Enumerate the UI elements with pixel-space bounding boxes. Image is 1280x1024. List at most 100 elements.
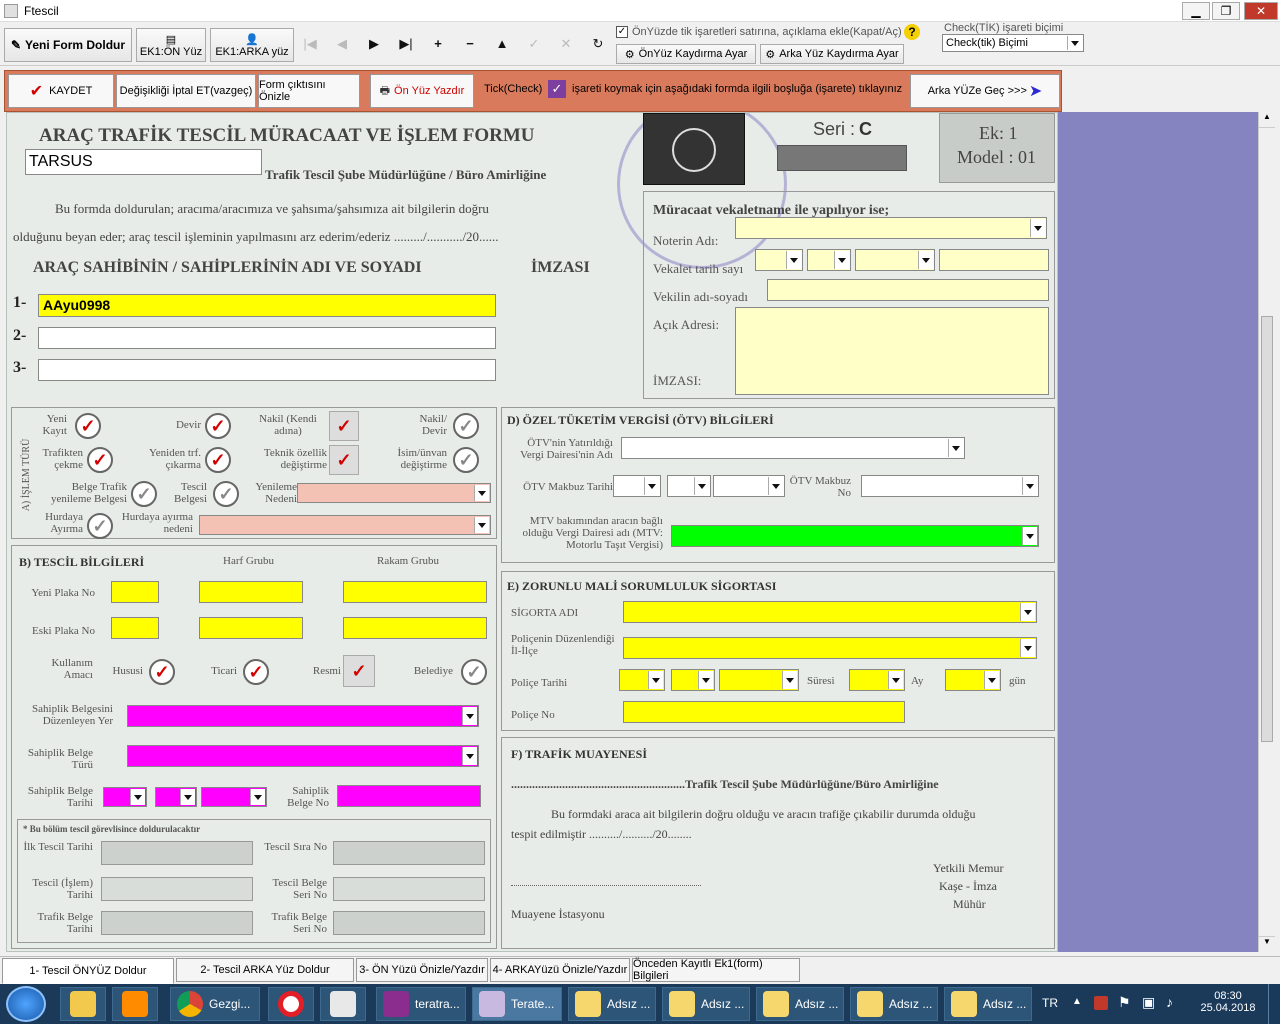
renew-doc-check-icon[interactable]: ✓ xyxy=(131,481,157,507)
municipal-check-icon[interactable]: ✓ xyxy=(461,659,487,685)
annotation-checkbox[interactable]: ✓ xyxy=(616,26,628,38)
add-record-icon[interactable]: + xyxy=(424,30,452,58)
prev-record-icon[interactable]: ◀ xyxy=(328,30,356,58)
taskbar-paint-4[interactable]: Adsız ... xyxy=(850,987,938,1021)
commercial-check-icon[interactable]: ✓ xyxy=(243,659,269,685)
language-indicator[interactable]: TR xyxy=(1042,996,1058,1010)
flag-icon[interactable]: ⚑ xyxy=(1118,994,1131,1011)
print-front-button[interactable]: 🖶 Ön Yüz Yazdır xyxy=(370,74,474,108)
scroll-down-icon[interactable]: ▼ xyxy=(1259,936,1275,952)
mtv-office-select[interactable] xyxy=(671,525,1039,547)
close-button[interactable]: ✕ xyxy=(1244,2,1278,20)
old-plate-number-input[interactable] xyxy=(343,617,487,639)
taskbar-winrar[interactable]: teratra... xyxy=(376,987,466,1021)
private-check-icon[interactable]: ✓ xyxy=(149,659,175,685)
policy-month-select[interactable] xyxy=(671,669,715,691)
reg-serial-input[interactable] xyxy=(333,877,485,901)
new-plate-letter-input[interactable] xyxy=(199,581,303,603)
policy-year-select[interactable] xyxy=(719,669,799,691)
owner-3-input[interactable] xyxy=(38,359,496,381)
taskbar-terate[interactable]: Terate... xyxy=(472,987,562,1021)
back-traffic-check-icon[interactable]: ✓ xyxy=(205,447,231,473)
next-record-icon[interactable]: ▶ xyxy=(360,30,388,58)
cancel-edit-icon[interactable]: ✕ xyxy=(552,30,580,58)
official-check-icon[interactable]: ✓ xyxy=(343,655,375,687)
traffic-date-input[interactable] xyxy=(101,911,253,935)
restore-button[interactable]: ❐ xyxy=(1212,2,1240,20)
reg-seq-input[interactable] xyxy=(333,841,485,865)
old-plate-city-input[interactable] xyxy=(111,617,159,639)
reg-doc-check-icon[interactable]: ✓ xyxy=(213,481,239,507)
out-traffic-check-icon[interactable]: ✓ xyxy=(87,447,113,473)
scroll-up-icon[interactable]: ▲ xyxy=(1259,112,1275,128)
scrap-check-icon[interactable]: ✓ xyxy=(87,513,113,539)
start-button[interactable] xyxy=(6,986,46,1022)
post-edit-icon[interactable]: ✓ xyxy=(520,30,548,58)
doc-no-input[interactable] xyxy=(337,785,481,807)
tab-front-fill[interactable]: 1- Tescil ÖNYÜZ Doldur xyxy=(2,958,174,984)
first-record-icon[interactable]: |◀ xyxy=(296,30,324,58)
duration-day-select[interactable] xyxy=(945,669,1001,691)
taskbar-media[interactable] xyxy=(112,987,158,1021)
new-reg-check-icon[interactable]: ✓ xyxy=(75,413,101,439)
tab-front-preview[interactable]: 3- ÖN Yüzü Önizle/Yazdır xyxy=(356,958,488,982)
receipt-year-select[interactable] xyxy=(713,475,785,497)
tab-back-fill[interactable]: 2- Tescil ARKA Yüz Doldur xyxy=(176,958,354,982)
minimize-button[interactable]: ▁ xyxy=(1182,2,1210,20)
taskbar-paint-5[interactable]: Adsız ... xyxy=(944,987,1032,1021)
vertical-scrollbar[interactable]: ▲ ▼ xyxy=(1258,112,1275,952)
new-plate-city-input[interactable] xyxy=(111,581,159,603)
doc-day-select[interactable] xyxy=(103,787,147,807)
traffic-serial-input[interactable] xyxy=(333,911,485,935)
scroll-thumb[interactable] xyxy=(1261,316,1273,742)
transfer-check-icon[interactable]: ✓ xyxy=(205,413,231,439)
owner-1-input[interactable]: AAyu0998 xyxy=(38,294,496,317)
tab-back-preview[interactable]: 4- ARKAYüzü Önizle/Yazdır xyxy=(490,958,630,982)
preview-form-button[interactable]: Form çıktısını Önizle xyxy=(258,74,360,108)
serial-input[interactable] xyxy=(777,145,907,171)
agent-input[interactable] xyxy=(767,279,1049,301)
insurer-select[interactable] xyxy=(623,601,1037,623)
ek1-back-button[interactable]: 👤 EK1:ARKA yüz xyxy=(210,28,294,62)
tech-change-check-icon[interactable]: ✓ xyxy=(329,445,359,475)
help-icon[interactable]: ? xyxy=(904,24,920,40)
show-desktop-button[interactable] xyxy=(1268,984,1280,1024)
doc-type-select[interactable] xyxy=(127,745,479,767)
network-icon[interactable]: ▣ xyxy=(1142,994,1155,1011)
proxy-day-select[interactable] xyxy=(755,249,803,271)
cancel-changes-button[interactable]: Değişikliği İptal ET(vazgeç) xyxy=(116,74,256,108)
last-record-icon[interactable]: ▶| xyxy=(392,30,420,58)
policy-no-input[interactable] xyxy=(623,701,905,723)
refresh-icon[interactable]: ↻ xyxy=(584,30,612,58)
transfer-own-check-icon[interactable]: ✓ xyxy=(329,411,359,441)
scrap-reason-select[interactable] xyxy=(199,515,491,535)
taskbar-paint-1[interactable]: Adsız ... xyxy=(568,987,656,1021)
tax-office-select[interactable] xyxy=(621,437,965,459)
doc-month-select[interactable] xyxy=(155,787,197,807)
edit-record-icon[interactable]: ▲ xyxy=(488,30,516,58)
taskbar-document[interactable] xyxy=(320,987,366,1021)
proxy-year-select[interactable] xyxy=(855,249,935,271)
name-change-check-icon[interactable]: ✓ xyxy=(453,447,479,473)
address-input[interactable] xyxy=(735,307,1049,395)
notary-select[interactable] xyxy=(735,217,1047,239)
owner-2-input[interactable] xyxy=(38,327,496,349)
transfer-sale-check-icon[interactable]: ✓ xyxy=(453,413,479,439)
taskbar-explorer[interactable] xyxy=(60,987,106,1021)
receipt-month-select[interactable] xyxy=(667,475,711,497)
taskbar-opera[interactable] xyxy=(268,987,314,1021)
antivirus-icon[interactable] xyxy=(1094,996,1108,1010)
delete-record-icon[interactable]: − xyxy=(456,30,484,58)
tab-saved-records[interactable]: Önceden Kayıtlı Ek1(form) Bilgileri xyxy=(632,958,800,982)
doc-place-select[interactable] xyxy=(127,705,479,727)
ek1-front-button[interactable]: ▤ EK1:ÖN Yüz xyxy=(136,28,206,62)
taskbar-paint-2[interactable]: Adsız ... xyxy=(662,987,750,1021)
front-shift-button[interactable]: ⚙ ÖnYüz Kaydırma Ayar xyxy=(616,44,756,64)
back-shift-button[interactable]: ⚙ Arka Yüz Kaydırma Ayar xyxy=(760,44,904,64)
taskbar-chrome[interactable]: Gezgi... xyxy=(170,987,260,1021)
old-plate-letter-input[interactable] xyxy=(199,617,303,639)
first-reg-input[interactable] xyxy=(101,841,253,865)
city-input[interactable]: TARSUS xyxy=(25,149,262,175)
taskbar-paint-3[interactable]: Adsız ... xyxy=(756,987,844,1021)
clock[interactable]: 08:30 25.04.2018 xyxy=(1196,990,1260,1014)
